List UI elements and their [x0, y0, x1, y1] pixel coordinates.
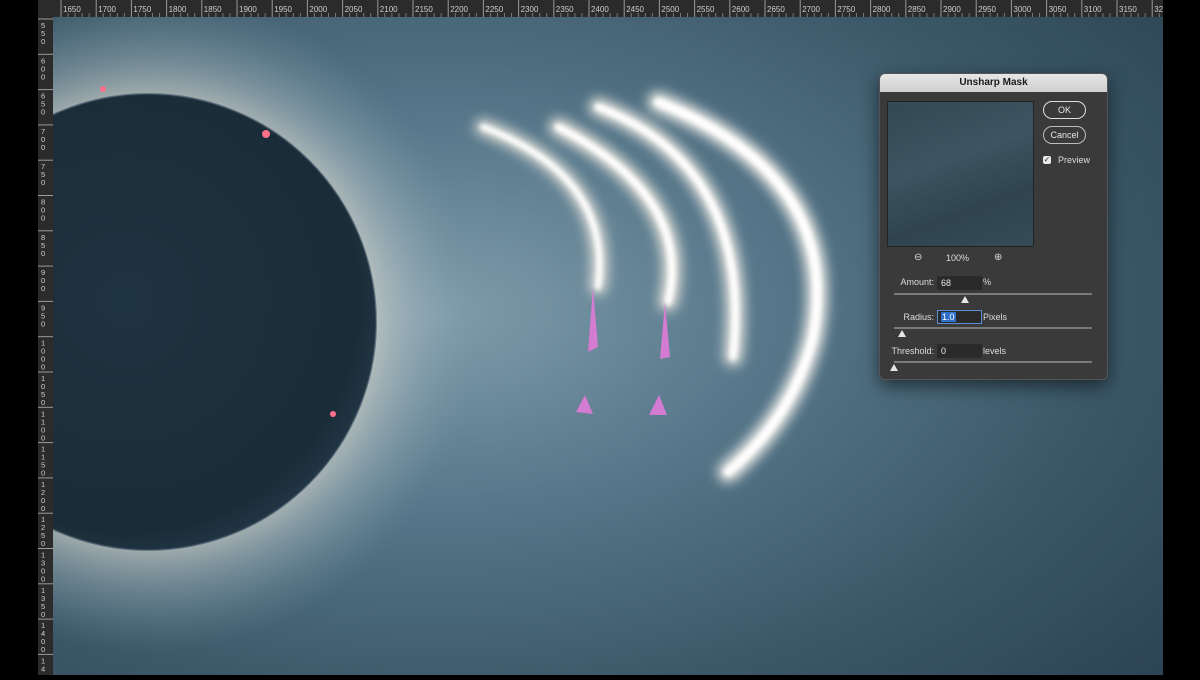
ruler-label: 1700 — [98, 5, 116, 14]
ruler-label: 1950 — [274, 5, 292, 14]
ruler-label: 2100 — [380, 5, 398, 14]
radius-field[interactable]: 1.0 — [937, 310, 982, 324]
ruler-label: 2850 — [908, 5, 926, 14]
radius-slider-thumb[interactable] — [897, 330, 906, 337]
ruler-label: 2650 — [767, 5, 785, 14]
amount-unit: % — [983, 277, 992, 287]
ruler-label: 2950 — [978, 5, 996, 14]
ruler-label: 2550 — [697, 5, 715, 14]
ruler-label: 0 — [41, 284, 45, 293]
ruler-label: 1650 — [63, 5, 81, 14]
horizontal-ruler[interactable]: 1650 1700 1750 1800 1850 1900 1950 2000 2050 2100… — [38, 0, 1181, 18]
ruler-label: 3050 — [1049, 5, 1067, 14]
filter-preview[interactable] — [887, 101, 1034, 247]
ruler-label: 0 — [41, 575, 45, 584]
radius-label: Radius: — [903, 312, 934, 322]
ruler-label: 0 — [41, 143, 45, 152]
preview-label: Preview — [1058, 155, 1091, 165]
ruler-label: 0 — [41, 178, 45, 187]
cancel-button[interactable]: Cancel — [1043, 126, 1086, 144]
ruler-label: 3000 — [1013, 5, 1031, 14]
threshold-label: Threshold: — [891, 346, 934, 356]
ruler-label: 2150 — [415, 5, 433, 14]
radius-slider-track[interactable] — [894, 327, 1092, 329]
ruler-label: 1800 — [169, 5, 187, 14]
ruler-label: 0 — [41, 249, 45, 258]
ruler-label: 3150 — [1119, 5, 1137, 14]
ruler-label: 3100 — [1084, 5, 1102, 14]
preview-checkbox[interactable]: ✓ — [1043, 156, 1051, 164]
radius-value: 1.0 — [941, 312, 956, 322]
right-margin — [1163, 0, 1200, 675]
ruler-label: 0 — [41, 469, 45, 478]
ruler-label: 2400 — [591, 5, 609, 14]
ruler-label: 0 — [41, 72, 45, 81]
ruler-label: 2450 — [626, 5, 644, 14]
vertical-ruler[interactable]: 5506006507007508008509009501000105011001… — [38, 17, 54, 675]
ruler-label: 1850 — [204, 5, 222, 14]
threshold-slider-thumb[interactable] — [890, 364, 898, 371]
ruler-label: 0 — [41, 504, 45, 513]
ruler-label: 2500 — [661, 5, 679, 14]
dialog-title[interactable]: Unsharp Mask — [880, 74, 1107, 92]
ruler-label: 2900 — [943, 5, 961, 14]
threshold-field[interactable]: 0 — [937, 344, 982, 358]
ruler-label: 0 — [41, 645, 45, 654]
amount-slider-thumb[interactable] — [961, 296, 970, 303]
ruler-label: 2200 — [450, 5, 468, 14]
ruler-label: 0 — [41, 37, 45, 46]
ruler-label: 1900 — [239, 5, 257, 14]
ruler-label: 0 — [41, 214, 45, 223]
radius-unit: Pixels — [983, 312, 1008, 322]
left-margin — [0, 0, 38, 675]
ruler-label: 2750 — [837, 5, 855, 14]
ruler-label: 0 — [41, 363, 45, 372]
ruler-label: 0 — [41, 539, 45, 548]
ruler-label: 0 — [41, 610, 45, 619]
ruler-label: 0 — [41, 398, 45, 407]
ruler-label: 2800 — [873, 5, 891, 14]
unsharp-mask-dialog[interactable]: Unsharp Mask OK Cancel ✓ Preview ⊖ 100% … — [879, 73, 1108, 380]
checkmark-icon: ✓ — [1043, 155, 1051, 164]
threshold-unit: levels — [983, 346, 1007, 356]
ruler-label: 0 — [41, 319, 45, 328]
ruler-label: 320 — [1154, 5, 1163, 14]
ok-button[interactable]: OK — [1043, 101, 1086, 119]
zoom-level: 100% — [946, 253, 970, 263]
ruler-label: 1750 — [133, 5, 151, 14]
ruler-label: 2300 — [521, 5, 539, 14]
ruler-label: 2600 — [732, 5, 750, 14]
ruler-label: 2350 — [556, 5, 574, 14]
ruler-label: 2250 — [485, 5, 503, 14]
ruler-label: 0 — [41, 108, 45, 117]
zoom-out-icon[interactable]: ⊖ — [914, 252, 922, 263]
zoom-in-icon[interactable]: ⊕ — [994, 252, 1002, 263]
amount-slider-track[interactable] — [894, 293, 1092, 295]
amount-label: Amount: — [900, 277, 934, 287]
threshold-slider-track[interactable] — [894, 361, 1092, 363]
ruler-label: 2700 — [802, 5, 820, 14]
ruler-label: 4 — [41, 664, 45, 673]
amount-field[interactable]: 68 — [937, 276, 982, 290]
ruler-label: 0 — [41, 433, 45, 442]
ruler-label: 2050 — [345, 5, 363, 14]
ruler-label: 2000 — [309, 5, 327, 14]
